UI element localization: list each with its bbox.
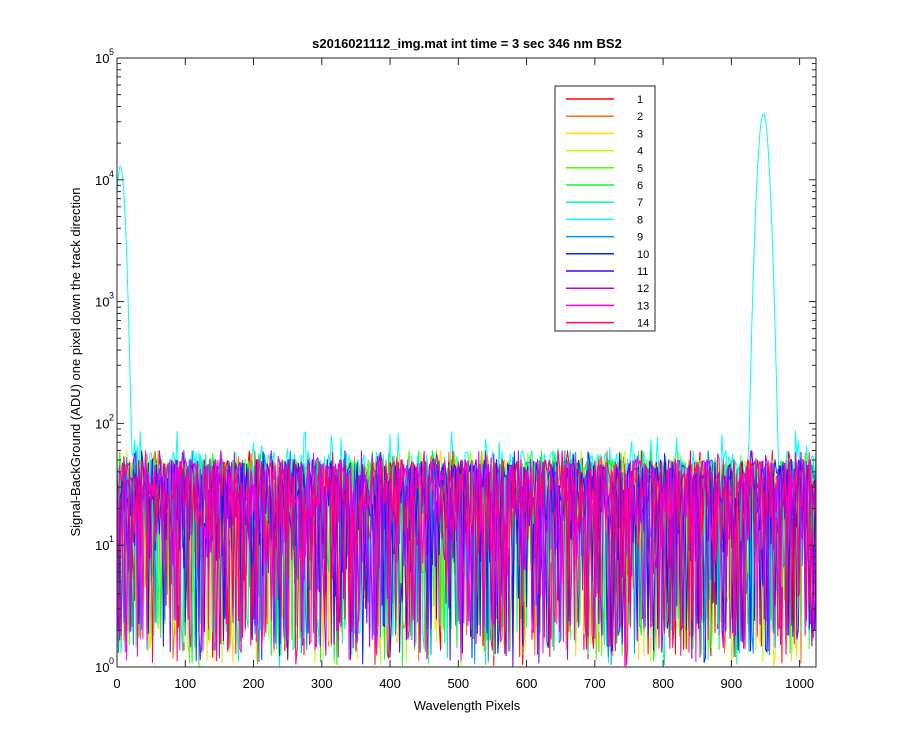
- y-tick-label-exponent: 5: [109, 47, 114, 57]
- x-tick-label: 800: [652, 676, 674, 691]
- legend: 1234567891011121314: [554, 85, 656, 332]
- y-tick-label-exponent: 1: [109, 534, 114, 544]
- legend-label: 13: [637, 300, 649, 312]
- y-tick-label-base: 10: [95, 51, 109, 66]
- legend-label: 11: [637, 266, 648, 278]
- legend-label: 9: [637, 232, 643, 244]
- legend-label: 6: [637, 180, 643, 192]
- y-tick-label-base: 10: [95, 295, 109, 310]
- x-tick-label: 500: [447, 676, 469, 691]
- x-tick-label: 300: [311, 676, 333, 691]
- x-tick-label: 0: [113, 676, 120, 691]
- legend-label: 10: [637, 249, 649, 261]
- y-tick-label-exponent: 0: [109, 656, 114, 666]
- x-tick-label: 200: [243, 676, 265, 691]
- x-axis-label: Wavelength Pixels: [414, 698, 521, 713]
- y-tick-label-base: 10: [95, 173, 109, 188]
- legend-label: 2: [637, 111, 643, 123]
- x-tick-label: 100: [174, 676, 196, 691]
- y-tick-label-base: 10: [95, 538, 109, 553]
- x-tick-label: 1000: [785, 676, 814, 691]
- legend-label: 7: [637, 197, 643, 209]
- y-tick-label-base: 10: [95, 660, 109, 675]
- chart-title: s2016021112_img.mat int time = 3 sec 346…: [312, 36, 622, 51]
- x-tick-label: 400: [379, 676, 401, 691]
- legend-label: 3: [637, 128, 643, 140]
- y-tick-label-base: 10: [95, 416, 109, 431]
- legend-label: 12: [637, 283, 649, 295]
- y-tick-label-exponent: 4: [109, 169, 114, 179]
- x-tick-label: 700: [584, 676, 606, 691]
- y-tick-label-exponent: 3: [109, 291, 114, 301]
- y-axis-label: Signal-BackGround (ADU) one pixel down t…: [68, 187, 83, 536]
- legend-label: 1: [637, 94, 643, 106]
- legend-label: 5: [637, 163, 643, 175]
- legend-label: 4: [637, 146, 643, 158]
- y-tick-label-exponent: 2: [109, 412, 114, 422]
- x-tick-label: 900: [721, 676, 743, 691]
- legend-label: 14: [637, 318, 649, 330]
- chart-figure: s2016021112_img.mat int time = 3 sec 346…: [0, 0, 900, 750]
- legend-label: 8: [637, 214, 643, 226]
- x-tick-label: 600: [516, 676, 538, 691]
